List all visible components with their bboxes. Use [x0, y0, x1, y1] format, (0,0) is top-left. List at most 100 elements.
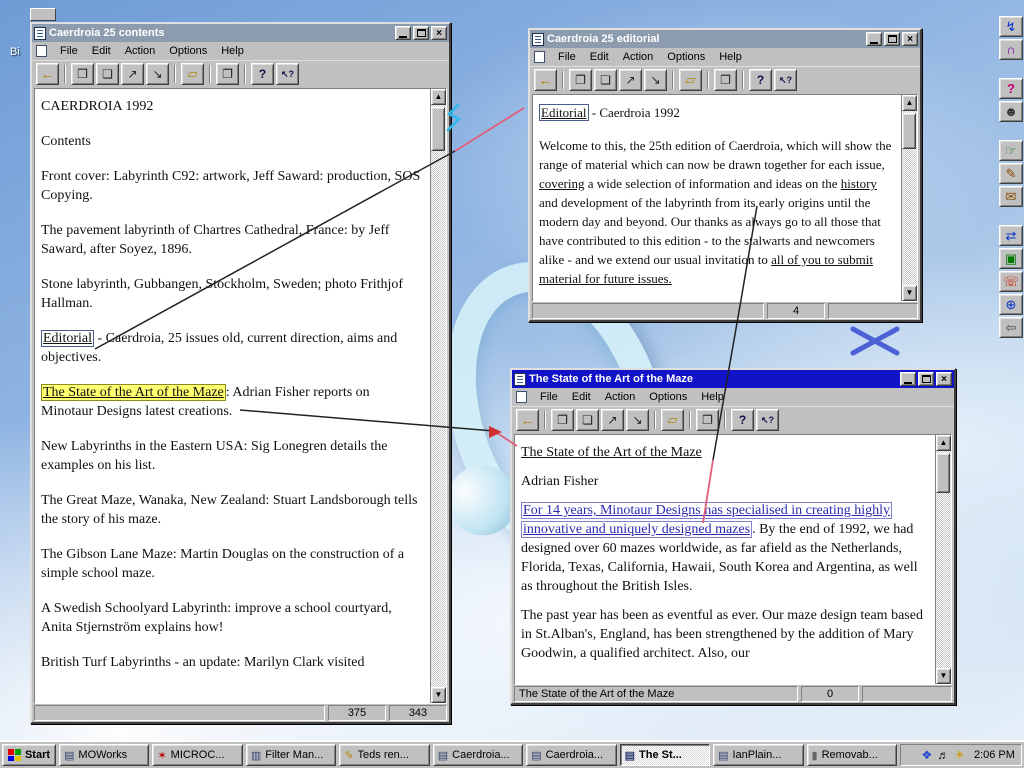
state-of-the-art-link[interactable]: The State of the Art of the Maze: [41, 384, 226, 401]
editorial-link[interactable]: Editorial: [539, 104, 589, 121]
pointer-hand-icon[interactable]: ☞: [999, 140, 1023, 161]
link-down-button[interactable]: ↘: [146, 63, 169, 85]
mail-icon[interactable]: ✉: [999, 186, 1023, 207]
help-button[interactable]: ?: [251, 63, 274, 85]
titlebar[interactable]: Caerdroia 25 contents ×: [32, 24, 449, 42]
link-up-button[interactable]: ↗: [601, 409, 624, 431]
start-button[interactable]: Start: [2, 744, 56, 766]
titlebar[interactable]: The State of the Art of the Maze ×: [512, 370, 954, 388]
scroll-up-button[interactable]: ▲: [936, 435, 951, 451]
menu-file[interactable]: File: [53, 43, 85, 59]
copy-link-button[interactable]: ❏: [576, 409, 599, 431]
context-help-button[interactable]: ↖?: [756, 409, 779, 431]
menu-help[interactable]: Help: [694, 389, 731, 405]
task-button-removable[interactable]: ▮ Removab...: [806, 744, 897, 766]
covering-link[interactable]: covering: [539, 176, 584, 191]
minimize-button[interactable]: [900, 372, 916, 386]
menu-help[interactable]: Help: [712, 49, 749, 65]
menu-edit[interactable]: Edit: [583, 49, 616, 65]
scrollbar-track[interactable]: [431, 105, 446, 687]
editorial-link[interactable]: Editorial: [41, 330, 94, 347]
context-help-button[interactable]: ↖?: [774, 69, 797, 91]
title-link[interactable]: The State of the Art of the Maze: [521, 445, 702, 460]
copy-page-button[interactable]: ❐: [71, 63, 94, 85]
clock[interactable]: 2:06 PM: [974, 749, 1015, 761]
desktop-icon-label[interactable]: Bi: [10, 46, 20, 58]
scroll-down-button[interactable]: ▼: [902, 285, 917, 301]
tray-status-icon[interactable]: ☀: [954, 748, 965, 762]
menu-edit[interactable]: Edit: [85, 43, 118, 59]
menu-file[interactable]: File: [533, 389, 565, 405]
link-down-button[interactable]: ↘: [626, 409, 649, 431]
task-button-caerdroia-2[interactable]: ▤ Caerdroia...: [526, 744, 617, 766]
scrollbar-thumb[interactable]: [431, 107, 445, 151]
maximize-button[interactable]: [413, 26, 429, 40]
maximize-button[interactable]: [884, 32, 900, 46]
menu-options[interactable]: Options: [642, 389, 694, 405]
help-icon[interactable]: ?: [999, 78, 1023, 99]
menu-action[interactable]: Action: [598, 389, 643, 405]
pages-button[interactable]: ❐: [216, 63, 239, 85]
task-button-the-state[interactable]: ▤ The St...: [619, 744, 711, 766]
menu-edit[interactable]: Edit: [565, 389, 598, 405]
system-menu-icon[interactable]: [36, 45, 47, 57]
menu-file[interactable]: File: [551, 49, 583, 65]
system-menu-icon[interactable]: [516, 391, 527, 403]
pencil-icon[interactable]: ✎: [999, 163, 1023, 184]
copy-link-button[interactable]: ❏: [594, 69, 617, 91]
back-button[interactable]: ←: [534, 69, 557, 91]
globe-icon[interactable]: ⊕: [999, 294, 1023, 315]
close-button[interactable]: ×: [936, 372, 952, 386]
system-menu-icon[interactable]: [534, 51, 545, 63]
open-button[interactable]: ▱: [181, 63, 204, 85]
tray-volume-icon[interactable]: ♬: [937, 748, 949, 762]
vertical-scrollbar[interactable]: ▲ ▼: [430, 89, 446, 703]
task-button-moworks[interactable]: ▤ MOWorks: [59, 744, 150, 766]
vertical-scrollbar[interactable]: ▲ ▼: [901, 95, 917, 301]
open-button[interactable]: ▱: [679, 69, 702, 91]
scrollbar-track[interactable]: [902, 111, 917, 285]
maximize-button[interactable]: [918, 372, 934, 386]
vertical-scrollbar[interactable]: ▲ ▼: [935, 435, 951, 684]
back-button[interactable]: ←: [516, 409, 539, 431]
overview-icon[interactable]: ∩: [999, 39, 1023, 60]
close-button[interactable]: ×: [431, 26, 447, 40]
minimize-button[interactable]: [395, 26, 411, 40]
menu-options[interactable]: Options: [162, 43, 214, 59]
context-help-button[interactable]: ↖?: [276, 63, 299, 85]
help-button[interactable]: ?: [731, 409, 754, 431]
pages-button[interactable]: ❐: [714, 69, 737, 91]
menu-action[interactable]: Action: [118, 43, 163, 59]
minimize-button[interactable]: [866, 32, 882, 46]
copy-page-button[interactable]: ❐: [551, 409, 574, 431]
scrollbar-track[interactable]: [936, 451, 951, 668]
scroll-down-button[interactable]: ▼: [936, 668, 951, 684]
menu-options[interactable]: Options: [660, 49, 712, 65]
copy-link-button[interactable]: ❏: [96, 63, 119, 85]
back-button[interactable]: ←: [36, 63, 59, 85]
copy-page-button[interactable]: ❐: [569, 69, 592, 91]
scrollbar-thumb[interactable]: [902, 113, 916, 149]
scroll-up-button[interactable]: ▲: [431, 89, 446, 105]
scroll-up-button[interactable]: ▲: [902, 95, 917, 111]
menu-help[interactable]: Help: [214, 43, 251, 59]
menu-action[interactable]: Action: [616, 49, 661, 65]
pages-button[interactable]: ❐: [696, 409, 719, 431]
task-button-filter-manager[interactable]: ▥ Filter Man...: [245, 744, 337, 766]
scroll-down-button[interactable]: ▼: [431, 687, 446, 703]
zap-icon[interactable]: ↯: [999, 16, 1023, 37]
task-button-microc[interactable]: ✶ MICROC...: [152, 744, 243, 766]
swap-icon[interactable]: ⇄: [999, 225, 1023, 246]
tray-shield-icon[interactable]: ❖: [921, 748, 932, 762]
disk-icon[interactable]: ▣: [999, 248, 1023, 269]
author-icon[interactable]: ☻: [999, 101, 1023, 122]
back-arrow-icon[interactable]: ⇦: [999, 317, 1023, 338]
link-up-button[interactable]: ↗: [121, 63, 144, 85]
task-button-ianplain[interactable]: ▤ IanPlain...: [713, 744, 804, 766]
link-up-button[interactable]: ↗: [619, 69, 642, 91]
open-button[interactable]: ▱: [661, 409, 684, 431]
task-button-teds[interactable]: ✎ Teds ren...: [339, 744, 430, 766]
scrollbar-thumb[interactable]: [936, 453, 950, 493]
titlebar[interactable]: Caerdroia 25 editorial ×: [530, 30, 920, 48]
phone-icon[interactable]: ☏: [999, 271, 1023, 292]
